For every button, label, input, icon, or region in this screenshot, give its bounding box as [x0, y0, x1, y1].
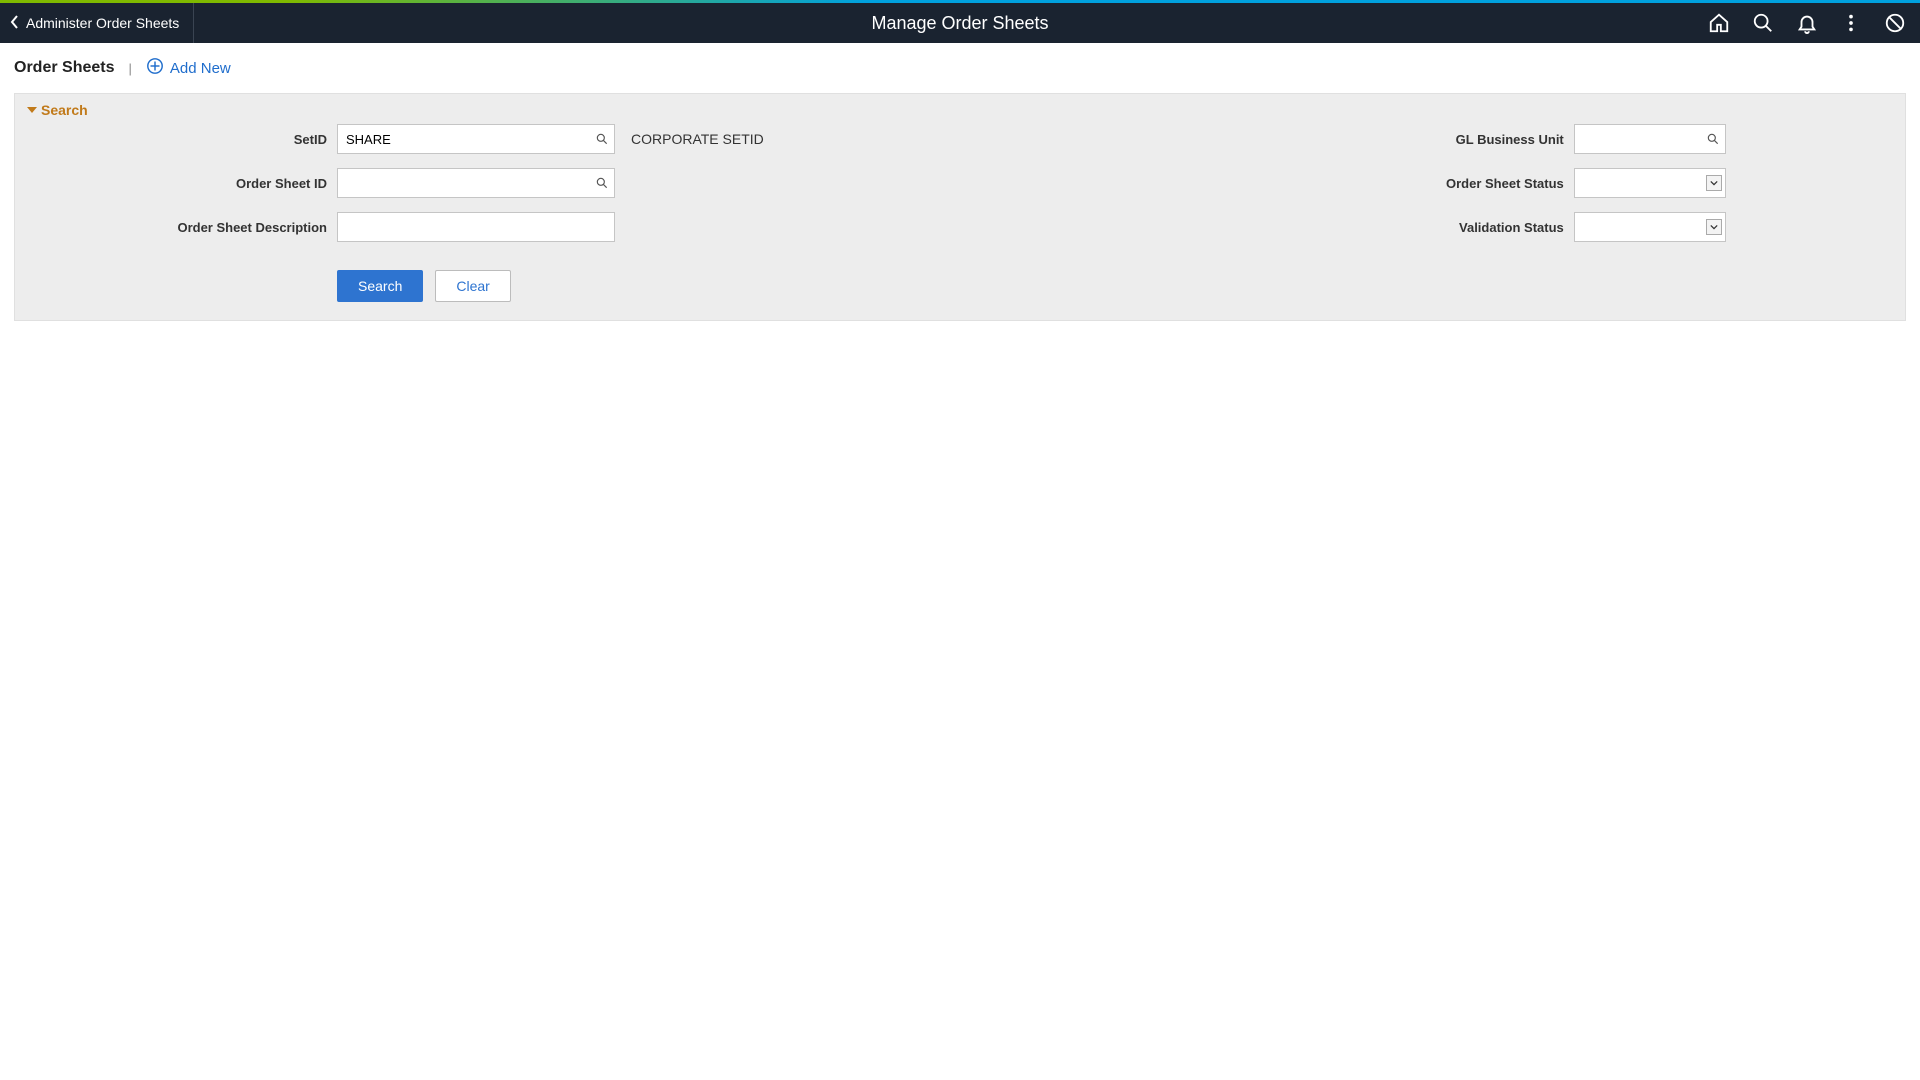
- form-column-right: GL Business Unit Order Sheet Status: [1064, 124, 1726, 302]
- caret-down-icon: [27, 102, 37, 118]
- bell-icon[interactable]: [1796, 12, 1818, 34]
- button-row: Search Clear: [27, 270, 764, 302]
- header-actions: [1708, 12, 1920, 34]
- label-validation-status: Validation Status: [1064, 220, 1564, 235]
- divider: |: [128, 61, 131, 76]
- search-form: SetID CORPORATE SETID Order Sheet ID: [27, 124, 1893, 302]
- lookup-icon[interactable]: [595, 176, 609, 190]
- app-header: Administer Order Sheets Manage Order She…: [0, 3, 1920, 43]
- row-gl-business-unit: GL Business Unit: [1064, 124, 1726, 154]
- row-validation-status: Validation Status: [1064, 212, 1726, 242]
- label-order-sheet-id: Order Sheet ID: [27, 176, 327, 191]
- clear-button[interactable]: Clear: [435, 270, 510, 302]
- order-sheet-desc-input[interactable]: [337, 212, 615, 242]
- label-setid: SetID: [27, 132, 327, 147]
- back-breadcrumb[interactable]: Administer Order Sheets: [0, 3, 194, 43]
- row-order-sheet-desc: Order Sheet Description: [27, 212, 764, 242]
- more-icon[interactable]: [1840, 12, 1862, 34]
- order-sheet-status-select[interactable]: [1574, 168, 1726, 198]
- add-new-button[interactable]: Add New: [146, 57, 231, 79]
- search-panel: Search SetID CORPORATE SETID Order Sheet…: [14, 93, 1906, 321]
- gl-business-unit-input-wrap: [1574, 124, 1726, 154]
- label-order-sheet-desc: Order Sheet Description: [27, 220, 327, 235]
- lookup-icon[interactable]: [1706, 132, 1720, 146]
- lookup-icon[interactable]: [595, 132, 609, 146]
- plus-circle-icon: [146, 57, 164, 79]
- page-name: Order Sheets: [14, 59, 114, 77]
- home-icon[interactable]: [1708, 12, 1730, 34]
- setid-input-wrap: [337, 124, 615, 154]
- label-order-sheet-status: Order Sheet Status: [1064, 176, 1564, 191]
- form-column-left: SetID CORPORATE SETID Order Sheet ID: [27, 124, 764, 302]
- order-sheet-desc-input-wrap: [337, 212, 615, 242]
- order-sheet-id-input[interactable]: [337, 168, 615, 198]
- row-setid: SetID CORPORATE SETID: [27, 124, 764, 154]
- chevron-left-icon: [10, 15, 26, 32]
- search-panel-toggle[interactable]: Search: [27, 102, 1893, 118]
- validation-status-select-wrap: [1574, 212, 1726, 242]
- search-icon[interactable]: [1752, 12, 1774, 34]
- breadcrumb-label: Administer Order Sheets: [26, 15, 179, 31]
- add-new-label: Add New: [170, 60, 231, 77]
- setid-input[interactable]: [337, 124, 615, 154]
- validation-status-select[interactable]: [1574, 212, 1726, 242]
- order-sheet-status-select-wrap: [1574, 168, 1726, 198]
- gl-business-unit-input[interactable]: [1574, 124, 1726, 154]
- order-sheet-id-input-wrap: [337, 168, 615, 198]
- row-order-sheet-status: Order Sheet Status: [1064, 168, 1726, 198]
- page-title: Manage Order Sheets: [871, 13, 1048, 34]
- label-gl-business-unit: GL Business Unit: [1064, 132, 1564, 147]
- search-button[interactable]: Search: [337, 270, 423, 302]
- search-panel-title: Search: [41, 102, 88, 118]
- row-order-sheet-id: Order Sheet ID: [27, 168, 764, 198]
- block-icon[interactable]: [1884, 12, 1906, 34]
- sub-header: Order Sheets | Add New: [0, 43, 1920, 93]
- setid-description: CORPORATE SETID: [631, 131, 764, 147]
